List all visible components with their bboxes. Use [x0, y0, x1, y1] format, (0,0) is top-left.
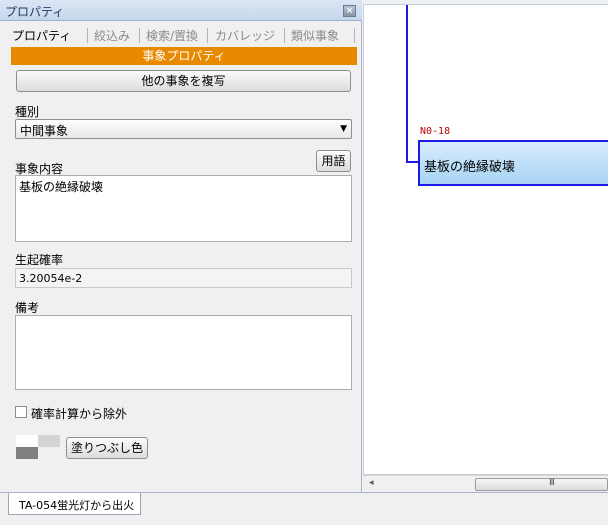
event-node-text: 基板の絶縁破壊	[424, 160, 516, 175]
diagram-canvas[interactable]: N0-18 基板の絶縁破壊	[363, 4, 608, 475]
type-label: 種別	[15, 105, 40, 119]
tab-separator	[87, 28, 88, 43]
notes-label: 備考	[15, 301, 40, 315]
properties-panel: プロパティ × プロパティ 絞込み 検索/置換 カバレッジ 類似事象 事象プロパ…	[0, 0, 362, 492]
scrollbar-thumb[interactable]	[475, 478, 608, 491]
copy-event-button[interactable]: 他の事象を複写	[16, 70, 351, 92]
fill-color-button[interactable]: 塗りつぶし色	[66, 437, 148, 459]
tab-separator	[354, 28, 355, 43]
content-textarea[interactable]: 基板の絶縁破壊	[15, 175, 352, 242]
connector-line	[406, 161, 418, 163]
tab-filter[interactable]: 絞込み	[94, 24, 130, 46]
scroll-left-icon[interactable]: ◂	[369, 478, 374, 488]
chevron-down-icon: ▼	[340, 124, 347, 134]
tab-separator	[284, 28, 285, 43]
event-node[interactable]: 基板の絶縁破壊	[418, 140, 608, 186]
status-bar: TA-054蛍光灯から出火	[0, 492, 608, 525]
swatch-cell	[16, 447, 38, 459]
tab-search-replace[interactable]: 検索/置換	[146, 24, 198, 46]
notes-textarea[interactable]	[15, 315, 352, 390]
tab-coverage[interactable]: カバレッジ	[215, 24, 275, 46]
probability-field: 3.20054e-2	[15, 268, 352, 288]
panel-title: プロパティ	[5, 5, 65, 19]
probability-label: 生起確率	[15, 253, 64, 267]
term-button[interactable]: 用語	[316, 150, 351, 172]
panel-titlebar: プロパティ ×	[0, 0, 362, 21]
horizontal-scrollbar[interactable]: ◂ III	[363, 475, 608, 492]
type-select-value: 中間事象	[20, 124, 69, 138]
connector-line	[406, 5, 408, 163]
node-id-label: N0-18	[420, 126, 451, 137]
exclude-checkbox[interactable]	[15, 406, 27, 418]
type-select[interactable]: 中間事象 ▼	[15, 119, 352, 139]
scrollbar-grip-icon: III	[549, 478, 555, 488]
swatch-cell	[16, 435, 38, 447]
tab-properties[interactable]: プロパティ	[12, 24, 71, 46]
fill-color-swatch	[16, 435, 60, 459]
document-tab[interactable]: TA-054蛍光灯から出火	[8, 493, 142, 515]
tab-similar-events[interactable]: 類似事象	[291, 24, 339, 46]
tab-separator	[139, 28, 140, 43]
swatch-cell	[38, 435, 60, 447]
panel-tabs: プロパティ 絞込み 検索/置換 カバレッジ 類似事象	[8, 24, 358, 46]
exclude-checkbox-label: 確率計算から除外	[31, 407, 128, 421]
close-icon[interactable]: ×	[343, 5, 356, 17]
section-header: 事象プロパティ	[11, 47, 357, 65]
tab-separator	[207, 28, 208, 43]
